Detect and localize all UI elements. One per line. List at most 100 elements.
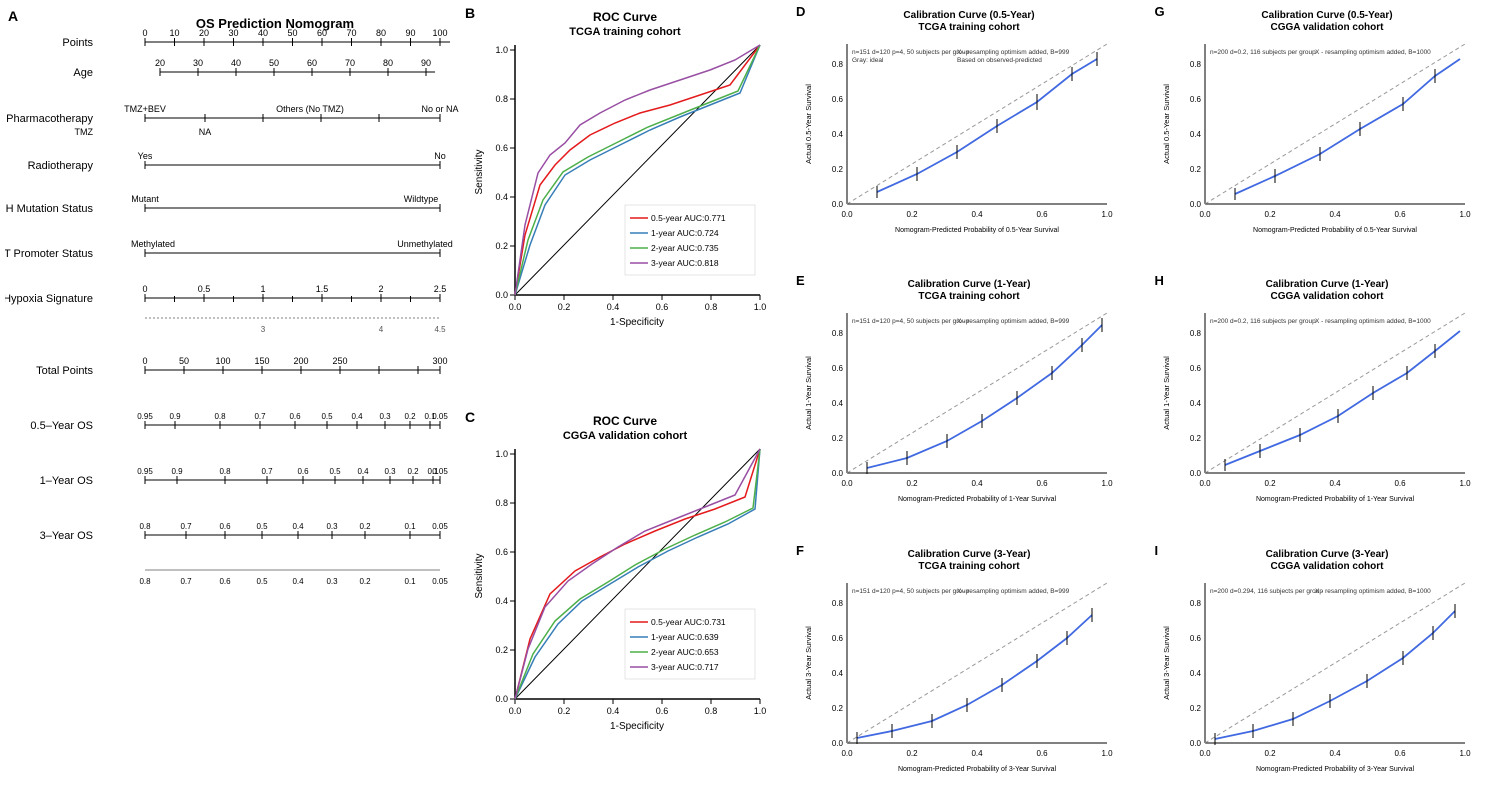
- svg-text:Calibration Curve (3-Year): Calibration Curve (3-Year): [907, 549, 1030, 560]
- cal-g-svg: Calibration Curve (0.5-Year) CGGA valida…: [1155, 4, 1500, 259]
- svg-text:3: 3: [261, 325, 266, 334]
- svg-text:0.8: 0.8: [495, 498, 508, 508]
- svg-text:0.0: 0.0: [832, 200, 844, 209]
- panel-i-label: I: [1155, 543, 1159, 558]
- nomogram-svg: OS Prediction Nomogram 0 10 20 30 40 50 …: [5, 10, 460, 795]
- svg-text:0.6: 0.6: [495, 143, 508, 153]
- roc-c-svg: ROC Curve CGGA validation cohort 0.0 0.2…: [470, 409, 780, 789]
- svg-text:0.6: 0.6: [495, 547, 508, 557]
- panel-f: F Calibration Curve (3-Year) TCGA traini…: [790, 539, 1149, 808]
- svg-text:Actual 1-Year Survival: Actual 1-Year Survival: [1162, 356, 1171, 430]
- svg-text:0.2: 0.2: [495, 645, 508, 655]
- svg-text:Actual 0.5-Year Survival: Actual 0.5-Year Survival: [1162, 84, 1171, 164]
- svg-text:1–Year OS: 1–Year OS: [40, 475, 93, 487]
- svg-text:3-year AUC:0.818: 3-year AUC:0.818: [651, 258, 719, 268]
- svg-text:10: 10: [169, 28, 179, 38]
- svg-text:0.6: 0.6: [1036, 210, 1048, 219]
- svg-text:0.2: 0.2: [832, 704, 844, 713]
- svg-text:Actual 0.5-Year Survival: Actual 0.5-Year Survival: [804, 84, 813, 164]
- svg-text:30: 30: [193, 58, 203, 68]
- svg-text:1.0: 1.0: [1460, 479, 1472, 488]
- svg-text:Gray: ideal: Gray: ideal: [852, 57, 884, 64]
- svg-text:0.6: 0.6: [289, 412, 301, 421]
- svg-text:2-year AUC:0.653: 2-year AUC:0.653: [651, 647, 719, 657]
- svg-text:1-Specificity: 1-Specificity: [610, 721, 664, 732]
- svg-text:50: 50: [287, 28, 297, 38]
- svg-text:1-Specificity: 1-Specificity: [610, 317, 664, 328]
- svg-text:TCGA training cohort: TCGA training cohort: [918, 22, 1020, 33]
- svg-text:n=200 d=0.2, 116 subjects per: n=200 d=0.2, 116 subjects per group: [1210, 318, 1316, 325]
- svg-text:1-year AUC:0.639: 1-year AUC:0.639: [651, 632, 719, 642]
- svg-text:Total Points: Total Points: [36, 365, 93, 377]
- svg-text:80: 80: [383, 58, 393, 68]
- nom-title: OS Prediction Nomogram: [196, 16, 354, 31]
- svg-text:0.2: 0.2: [832, 165, 844, 174]
- svg-text:0.2: 0.2: [407, 467, 419, 476]
- svg-text:0.4: 0.4: [607, 706, 620, 716]
- svg-text:CGGA validation cohort: CGGA validation cohort: [1271, 22, 1385, 33]
- svg-text:X - resampling optimism added,: X - resampling optimism added, B=999: [957, 49, 1070, 56]
- svg-text:0.5-year AUC:0.731: 0.5-year AUC:0.731: [651, 617, 726, 627]
- svg-text:0: 0: [142, 284, 147, 294]
- cal-d-svg: Calibration Curve (0.5-Year) TCGA traini…: [797, 4, 1142, 259]
- svg-text:0.6: 0.6: [1190, 364, 1202, 373]
- svg-text:0.2: 0.2: [906, 749, 918, 758]
- svg-text:1.0: 1.0: [1101, 210, 1113, 219]
- svg-text:0.8: 0.8: [495, 94, 508, 104]
- svg-text:TMZ+BEV: TMZ+BEV: [124, 104, 166, 114]
- svg-text:0.4: 0.4: [351, 412, 363, 421]
- svg-text:0.2: 0.2: [359, 522, 371, 531]
- svg-text:X - resampling optimism added,: X - resampling optimism added, B=999: [957, 588, 1070, 595]
- svg-text:0.8: 0.8: [219, 467, 231, 476]
- svg-text:0.4: 0.4: [832, 669, 844, 678]
- svg-text:TCGA training cohort: TCGA training cohort: [569, 26, 681, 38]
- svg-text:200: 200: [293, 356, 308, 366]
- svg-text:90: 90: [405, 28, 415, 38]
- svg-text:0.0: 0.0: [1190, 469, 1202, 478]
- panel-i: I Calibration Curve (3-Year) CGGA valida…: [1149, 539, 1507, 808]
- svg-text:100: 100: [432, 28, 447, 38]
- svg-text:Calibration Curve (3-Year): Calibration Curve (3-Year): [1266, 549, 1389, 560]
- svg-text:1: 1: [260, 284, 265, 294]
- svg-text:0.5: 0.5: [256, 577, 268, 586]
- panel-b-label: B: [465, 5, 475, 21]
- svg-text:0.8: 0.8: [139, 577, 151, 586]
- svg-text:1.0: 1.0: [1460, 210, 1472, 219]
- cal-i-svg: Calibration Curve (3-Year) CGGA validati…: [1155, 543, 1500, 798]
- svg-text:Actual 3-Year Survival: Actual 3-Year Survival: [1162, 626, 1171, 700]
- svg-text:0.2: 0.2: [558, 302, 571, 312]
- svg-text:0.8: 0.8: [832, 60, 844, 69]
- svg-text:80: 80: [376, 28, 386, 38]
- svg-text:0.6: 0.6: [656, 706, 669, 716]
- panel-h-label: H: [1155, 273, 1164, 288]
- svg-text:0.4: 0.4: [1330, 210, 1342, 219]
- svg-text:Calibration Curve (0.5-Year): Calibration Curve (0.5-Year): [1262, 10, 1393, 21]
- svg-text:0.05: 0.05: [432, 412, 448, 421]
- svg-text:Nomogram-Predicted Probability: Nomogram-Predicted Probability of 3-Year…: [898, 766, 1057, 773]
- svg-text:Actual 1-Year Survival: Actual 1-Year Survival: [804, 356, 813, 430]
- svg-text:0.6: 0.6: [1190, 95, 1202, 104]
- svg-text:0.2: 0.2: [1265, 210, 1277, 219]
- svg-text:0.0: 0.0: [1190, 739, 1202, 748]
- svg-text:TCGA training cohort: TCGA training cohort: [918, 291, 1020, 302]
- svg-text:0.6: 0.6: [297, 467, 309, 476]
- svg-text:0.6: 0.6: [1190, 634, 1202, 643]
- svg-text:0.0: 0.0: [832, 469, 844, 478]
- svg-text:X - resampling optimism added,: X - resampling optimism added, B=999: [957, 318, 1070, 325]
- svg-text:100: 100: [215, 356, 230, 366]
- svg-text:0.4: 0.4: [832, 399, 844, 408]
- svg-text:0.6: 0.6: [1395, 749, 1407, 758]
- svg-text:Points: Points: [62, 37, 93, 49]
- svg-text:Sensitivity: Sensitivity: [474, 553, 485, 598]
- svg-text:TMZ: TMZ: [75, 127, 94, 137]
- svg-text:0.5–Year OS: 0.5–Year OS: [30, 420, 93, 432]
- svg-text:0.2: 0.2: [1190, 165, 1202, 174]
- svg-text:X - resampling optimism added,: X - resampling optimism added, B=1000: [1315, 318, 1431, 325]
- svg-text:0.3: 0.3: [326, 577, 338, 586]
- svg-text:Yes: Yes: [138, 151, 153, 161]
- svg-text:0.8: 0.8: [705, 302, 718, 312]
- svg-text:X - resampling optimism added,: X - resampling optimism added, B=1000: [1315, 588, 1431, 595]
- panel-g-label: G: [1155, 4, 1165, 19]
- svg-text:0.4: 0.4: [1330, 479, 1342, 488]
- svg-text:70: 70: [345, 58, 355, 68]
